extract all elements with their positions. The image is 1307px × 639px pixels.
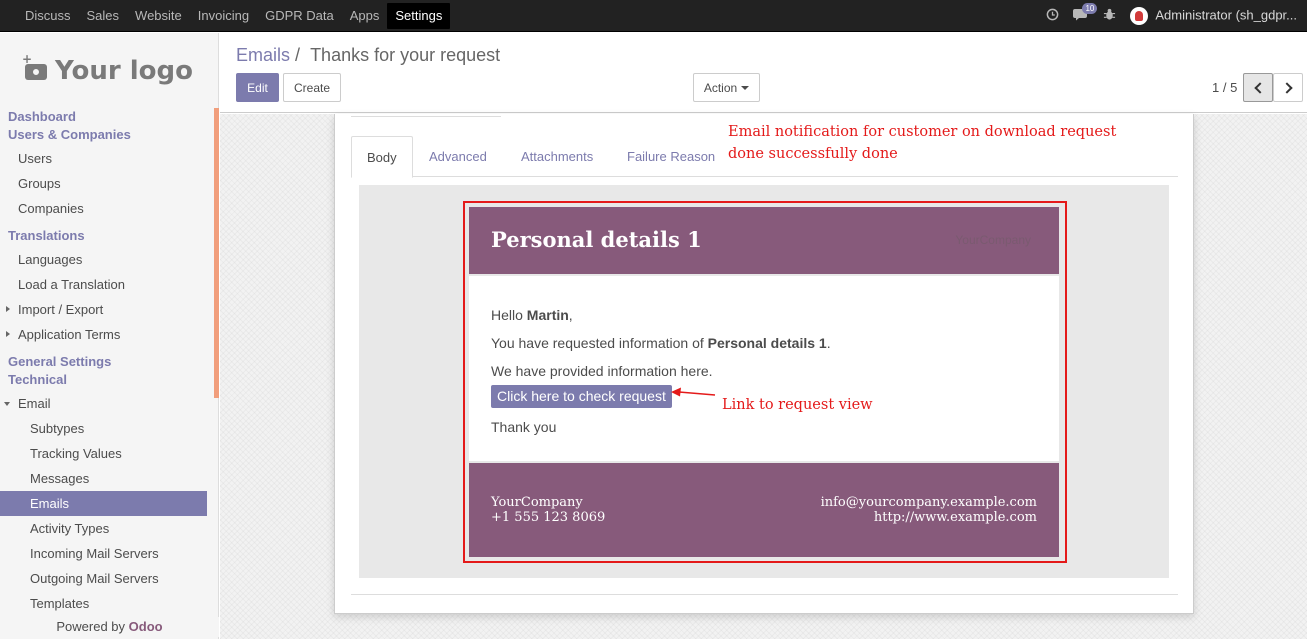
greeting-prefix: Hello <box>491 307 527 323</box>
sidebar-item-activity-types[interactable]: Activity Types <box>0 516 219 541</box>
annotation-link-to-request: Link to request view <box>722 397 873 413</box>
sidebar-item-groups[interactable]: Groups <box>0 171 219 196</box>
requested-suffix: . <box>826 335 831 351</box>
breadcrumb-separator: / <box>295 45 301 65</box>
email-provided-line: We have provided information here. <box>491 363 713 379</box>
menu-sales[interactable]: Sales <box>79 3 128 29</box>
sidebar-section-translations[interactable]: Translations <box>0 227 219 245</box>
tab-failure-reason[interactable]: Failure Reason <box>612 136 730 177</box>
chevron-left-icon <box>1253 81 1266 94</box>
tab-attachments[interactable]: Attachments <box>506 136 608 177</box>
requested-prefix: You have requested information of <box>491 335 708 351</box>
sidebar-section-dashboard[interactable]: Dashboard <box>0 108 219 126</box>
sidebar-section-technical[interactable]: Technical <box>0 371 219 389</box>
annotation-line-1: Email notification for customer on downl… <box>728 124 1117 140</box>
check-request-button[interactable]: Click here to check request <box>491 385 672 408</box>
pager-next-button[interactable] <box>1273 73 1303 102</box>
breadcrumb-current: Thanks for your request <box>310 45 501 65</box>
powered-prefix: Powered by <box>56 619 129 634</box>
form-view: Body Advanced Attachments Failure Reason… <box>220 114 1307 639</box>
tab-advanced[interactable]: Advanced <box>414 136 502 177</box>
menu-apps[interactable]: Apps <box>342 3 388 29</box>
company-logo[interactable]: Your logo <box>0 33 218 108</box>
sidebar-item-users[interactable]: Users <box>0 146 219 171</box>
systray: 10 Administrator (sh_gdpr... <box>1046 0 1297 32</box>
email-greeting: Hello Martin, <box>491 307 573 323</box>
sidebar-section-users-companies[interactable]: Users & Companies <box>0 126 219 144</box>
footer-phone: +1 555 123 8069 <box>491 510 606 525</box>
email-thanks: Thank you <box>491 419 557 435</box>
create-button[interactable]: Create <box>283 73 341 102</box>
sidebar: Your logo DashboardUsers & Companies User… <box>0 33 219 639</box>
powered-brand-link[interactable]: Odoo <box>129 619 163 634</box>
user-name: Administrator (sh_gdpr... <box>1155 7 1297 23</box>
sidebar-item-messages[interactable]: Messages <box>0 466 219 491</box>
arrow-left-icon <box>671 387 716 397</box>
pager-previous-button[interactable] <box>1243 73 1273 102</box>
sidebar-item-email[interactable]: Email <box>0 391 219 416</box>
footer-company: YourCompany <box>491 495 583 510</box>
sidebar-menu: Dashboard Users & Companies Users Groups Com… <box>0 108 219 618</box>
tab-body[interactable]: Body <box>351 136 413 178</box>
sidebar-item-emails[interactable]: Emails <box>0 491 207 516</box>
caret-down-icon <box>741 85 750 90</box>
sidebar-item-incoming-mail-servers[interactable]: Incoming Mail Servers <box>0 541 219 566</box>
sheet-divider <box>351 594 1178 595</box>
email-body-preview: Personal details 1 YourCompany Hello Mar… <box>359 185 1169 578</box>
camera-icon <box>22 52 48 80</box>
menu-gdpr-data[interactable]: GDPR Data <box>257 3 342 29</box>
bug-icon[interactable] <box>1103 8 1116 24</box>
notification-badge: 10 <box>1082 3 1098 14</box>
form-sheet: Body Advanced Attachments Failure Reason… <box>334 114 1194 614</box>
user-menu[interactable]: Administrator (sh_gdpr... <box>1130 7 1297 25</box>
edit-button[interactable]: Edit <box>236 73 279 102</box>
greeting-name: Martin <box>526 307 569 323</box>
sidebar-section-general-settings[interactable]: General Settings <box>0 353 219 371</box>
requested-item: Personal details 1 <box>707 335 827 351</box>
field-underline <box>351 114 501 117</box>
email-footer: YourCompany +1 555 123 8069 info@yourcom… <box>469 463 1059 557</box>
greeting-suffix: , <box>568 307 573 323</box>
pager-value[interactable]: 1 / 5 <box>1212 80 1237 95</box>
control-panel: Emails / Thanks for your request Edit Cr… <box>220 33 1307 113</box>
menu-invoicing[interactable]: Invoicing <box>190 3 257 29</box>
powered-by: Powered by Odoo <box>0 617 219 637</box>
clock-icon[interactable] <box>1046 8 1059 24</box>
sidebar-item-outgoing-mail-servers[interactable]: Outgoing Mail Servers <box>0 566 219 591</box>
sidebar-item-tracking-values[interactable]: Tracking Values <box>0 441 219 466</box>
menu-discuss[interactable]: Discuss <box>17 3 79 29</box>
email-company-logo: YourCompany <box>955 233 1031 247</box>
highlight-box: Personal details 1 YourCompany Hello Mar… <box>463 201 1067 563</box>
email-header: Personal details 1 YourCompany <box>469 207 1059 274</box>
footer-left: YourCompany +1 555 123 8069 <box>491 495 605 525</box>
email-requested-line: You have requested information of Person… <box>491 335 831 351</box>
annotation-line-2: done successfully done <box>728 146 898 162</box>
action-label: Action <box>703 80 738 95</box>
sidebar-item-companies[interactable]: Companies <box>0 196 219 221</box>
footer-right: info@yourcompany.example.com http://www.… <box>821 495 1037 525</box>
menu-settings[interactable]: Settings <box>387 2 451 29</box>
top-navbar: Discuss Sales Website Invoicing GDPR Dat… <box>0 0 1307 32</box>
logo-text: Your logo <box>55 55 193 86</box>
sidebar-item-application-terms[interactable]: Application Terms <box>0 322 219 347</box>
sidebar-item-templates[interactable]: Templates <box>0 591 219 616</box>
sidebar-item-languages[interactable]: Languages <box>0 247 219 272</box>
email-title: Personal details 1 <box>491 227 702 252</box>
chevron-right-icon <box>1280 81 1293 94</box>
footer-email[interactable]: info@yourcompany.example.com <box>821 495 1037 510</box>
breadcrumb: Emails / Thanks for your request <box>236 45 500 66</box>
annotation-email-notification: Email notification for customer on downl… <box>728 121 1116 165</box>
app-menu: Discuss Sales Website Invoicing GDPR Dat… <box>0 0 451 31</box>
breadcrumb-emails-link[interactable]: Emails <box>236 45 290 65</box>
email-content: Hello Martin, You have requested informa… <box>469 276 1059 461</box>
chat-icon[interactable]: 10 <box>1073 3 1098 24</box>
sidebar-item-import-export[interactable]: Import / Export <box>0 297 219 322</box>
sidebar-item-load-a-translation[interactable]: Load a Translation <box>0 272 219 297</box>
sidebar-item-subtypes[interactable]: Subtypes <box>0 416 219 441</box>
menu-website[interactable]: Website <box>127 3 190 29</box>
footer-website[interactable]: http://www.example.com <box>821 510 1037 525</box>
avatar <box>1130 7 1149 25</box>
action-dropdown[interactable]: Action <box>693 73 760 102</box>
